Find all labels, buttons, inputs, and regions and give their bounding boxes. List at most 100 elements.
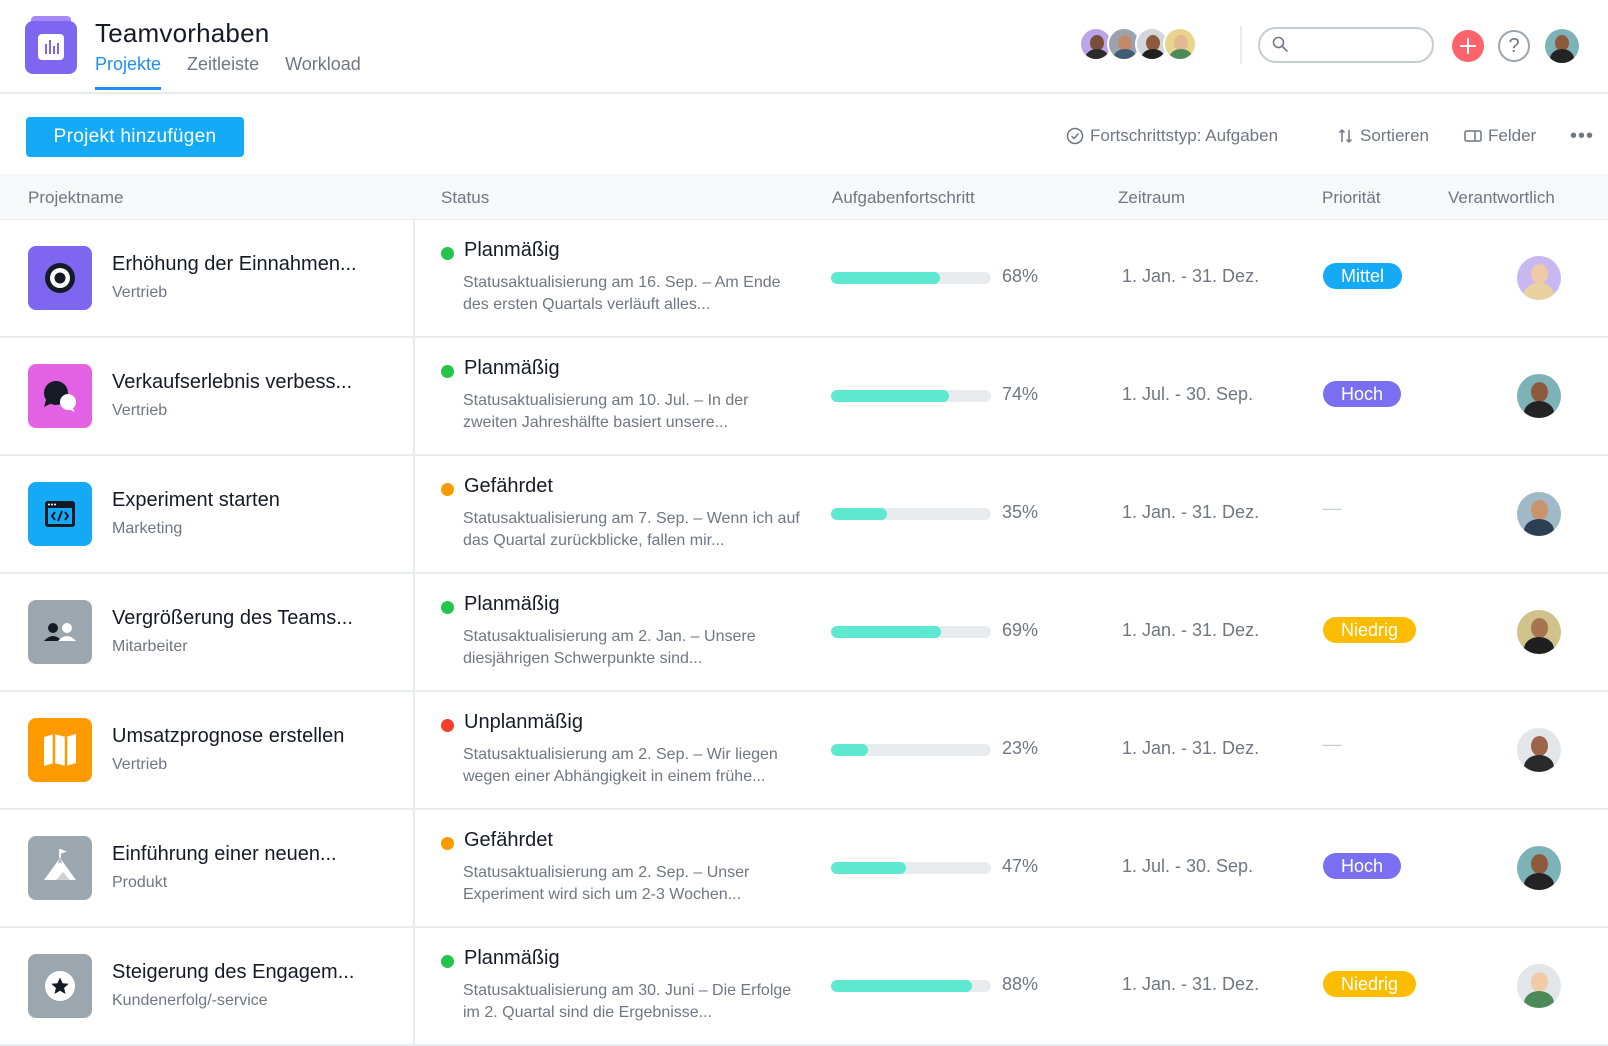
project-name[interactable]: Experiment starten bbox=[112, 489, 280, 512]
priority-badge[interactable]: Hoch bbox=[1323, 381, 1402, 407]
project-name[interactable]: Einführung einer neuen... bbox=[112, 843, 337, 866]
column-header-range[interactable]: Zeitraum bbox=[1118, 188, 1185, 208]
progress-bar bbox=[831, 390, 991, 402]
priority-empty[interactable]: — bbox=[1323, 498, 1341, 519]
date-range[interactable]: 1. Jul. - 30. Sep. bbox=[1122, 384, 1253, 405]
progress-bar bbox=[831, 272, 991, 284]
progress-percent: 47% bbox=[1002, 856, 1039, 876]
table-row[interactable]: Erhöhung der Einnahmen... Vertrieb Planm… bbox=[0, 220, 1608, 338]
fields-label: Felder bbox=[1488, 126, 1537, 145]
progress-percent: 69% bbox=[1002, 620, 1039, 640]
search-input[interactable] bbox=[1294, 33, 1424, 57]
status-update-text[interactable]: Statusaktualisierung am 2. Jan. – Unsere… bbox=[463, 626, 803, 670]
sort-button[interactable]: Sortieren bbox=[1338, 126, 1429, 146]
progress-fill bbox=[831, 390, 949, 402]
avatar[interactable] bbox=[1163, 27, 1197, 61]
status-update-text[interactable]: Statusaktualisierung am 10. Jul. – In de… bbox=[463, 390, 803, 434]
check-circle-icon bbox=[1066, 127, 1084, 145]
status-label[interactable]: Unplanmäßig bbox=[464, 711, 583, 734]
project-name[interactable]: Steigerung des Engagem... bbox=[112, 961, 354, 984]
tab-projekte[interactable]: Projekte bbox=[95, 54, 162, 90]
user-avatar[interactable] bbox=[1545, 29, 1579, 63]
status-update-text[interactable]: Statusaktualisierung am 2. Sep. – Wir li… bbox=[463, 744, 803, 788]
progress-bar bbox=[831, 508, 991, 520]
progress-fill bbox=[831, 272, 940, 284]
date-range[interactable]: 1. Jan. - 31. Dez. bbox=[1122, 266, 1259, 287]
team-members[interactable] bbox=[1079, 27, 1197, 61]
priority-badge[interactable]: Mittel bbox=[1323, 263, 1403, 289]
table-row[interactable]: Experiment starten Marketing Gefährdet S… bbox=[0, 456, 1608, 574]
status-label[interactable]: Planmäßig bbox=[464, 947, 560, 970]
status-dot bbox=[441, 719, 454, 732]
owner-avatar[interactable] bbox=[1517, 964, 1561, 1008]
owner-avatar[interactable] bbox=[1517, 610, 1561, 654]
status-dot bbox=[441, 955, 454, 968]
tab-workload[interactable]: Workload bbox=[285, 54, 361, 90]
people-icon bbox=[28, 600, 92, 664]
page-header: Teamvorhaben Projekte Zeitleiste Workloa… bbox=[0, 0, 1608, 94]
search-icon bbox=[1272, 36, 1288, 52]
column-header-name[interactable]: Projektname bbox=[28, 188, 123, 208]
more-options-icon[interactable]: ••• bbox=[1570, 126, 1594, 146]
date-range[interactable]: 1. Jan. - 31. Dez. bbox=[1122, 974, 1259, 995]
status-label[interactable]: Gefährdet bbox=[464, 829, 553, 852]
project-team: Vertrieb bbox=[112, 402, 168, 419]
fields-button[interactable]: Felder bbox=[1464, 126, 1536, 146]
project-team: Produkt bbox=[112, 874, 168, 891]
table-row[interactable]: Steigerung des Engagem... Kundenerfolg/-… bbox=[0, 928, 1608, 1046]
quick-add-button[interactable] bbox=[1452, 30, 1484, 62]
owner-avatar[interactable] bbox=[1517, 374, 1561, 418]
status-update-text[interactable]: Statusaktualisierung am 2. Sep. – Unser … bbox=[463, 862, 803, 906]
project-name[interactable]: Verkaufserlebnis verbess... bbox=[112, 371, 352, 394]
priority-badge[interactable]: Niedrig bbox=[1323, 617, 1417, 643]
project-team: Kundenerfolg/-service bbox=[112, 992, 268, 1009]
column-header-progress[interactable]: Aufgabenfortschritt bbox=[832, 188, 975, 208]
column-header-owner[interactable]: Verantwortlich bbox=[1448, 188, 1555, 208]
date-range[interactable]: 1. Jan. - 31. Dez. bbox=[1122, 738, 1259, 759]
owner-avatar[interactable] bbox=[1517, 492, 1561, 536]
priority-badge[interactable]: Niedrig bbox=[1323, 971, 1417, 997]
table-header: Projektname Status Aufgabenfortschritt Z… bbox=[0, 174, 1608, 220]
help-button[interactable]: ? bbox=[1498, 30, 1530, 62]
project-name[interactable]: Vergrößerung des Teams... bbox=[112, 607, 353, 630]
date-range[interactable]: 1. Jan. - 31. Dez. bbox=[1122, 620, 1259, 641]
map-icon bbox=[28, 718, 92, 782]
status-update-text[interactable]: Statusaktualisierung am 30. Juni – Die E… bbox=[463, 980, 803, 1024]
progress-fill bbox=[831, 980, 972, 992]
tab-zeitleiste[interactable]: Zeitleiste bbox=[187, 54, 259, 90]
progress-fill bbox=[831, 744, 868, 756]
project-name[interactable]: Erhöhung der Einnahmen... bbox=[112, 253, 357, 276]
project-portfolio-icon bbox=[25, 16, 77, 74]
progress-type-button[interactable]: Fortschrittstyp: Aufgaben bbox=[1066, 126, 1278, 146]
sort-arrows-icon bbox=[1338, 128, 1353, 144]
progress-percent: 68% bbox=[1002, 266, 1039, 286]
status-update-text[interactable]: Statusaktualisierung am 16. Sep. – Am En… bbox=[463, 272, 803, 316]
status-label[interactable]: Planmäßig bbox=[464, 239, 560, 262]
priority-empty[interactable]: — bbox=[1323, 734, 1341, 755]
status-dot bbox=[441, 601, 454, 614]
search-field[interactable] bbox=[1258, 27, 1434, 63]
table-row[interactable]: Umsatzprognose erstellen Vertrieb Unplan… bbox=[0, 692, 1608, 810]
date-range[interactable]: 1. Jan. - 31. Dez. bbox=[1122, 502, 1259, 523]
status-label[interactable]: Gefährdet bbox=[464, 475, 553, 498]
owner-avatar[interactable] bbox=[1517, 846, 1561, 890]
date-range[interactable]: 1. Jul. - 30. Sep. bbox=[1122, 856, 1253, 877]
add-project-button[interactable]: Projekt hinzufügen bbox=[26, 117, 244, 157]
owner-avatar[interactable] bbox=[1517, 256, 1561, 300]
status-update-text[interactable]: Statusaktualisierung am 7. Sep. – Wenn i… bbox=[463, 508, 803, 552]
status-label[interactable]: Planmäßig bbox=[464, 593, 560, 616]
table-row[interactable]: Einführung einer neuen... Produkt Gefähr… bbox=[0, 810, 1608, 928]
column-header-priority[interactable]: Priorität bbox=[1322, 188, 1381, 208]
project-team: Marketing bbox=[112, 520, 183, 537]
table-row[interactable]: Vergrößerung des Teams... Mitarbeiter Pl… bbox=[0, 574, 1608, 692]
table-row[interactable]: Verkaufserlebnis verbess... Vertrieb Pla… bbox=[0, 338, 1608, 456]
progress-fill bbox=[831, 626, 941, 638]
sort-label: Sortieren bbox=[1360, 126, 1429, 145]
progress-type-label: Fortschrittstyp: Aufgaben bbox=[1090, 126, 1279, 145]
priority-badge[interactable]: Hoch bbox=[1323, 853, 1402, 879]
status-label[interactable]: Planmäßig bbox=[464, 357, 560, 380]
project-name[interactable]: Umsatzprognose erstellen bbox=[112, 725, 344, 748]
column-header-status[interactable]: Status bbox=[441, 188, 489, 208]
progress-percent: 88% bbox=[1002, 974, 1039, 994]
owner-avatar[interactable] bbox=[1517, 728, 1561, 772]
